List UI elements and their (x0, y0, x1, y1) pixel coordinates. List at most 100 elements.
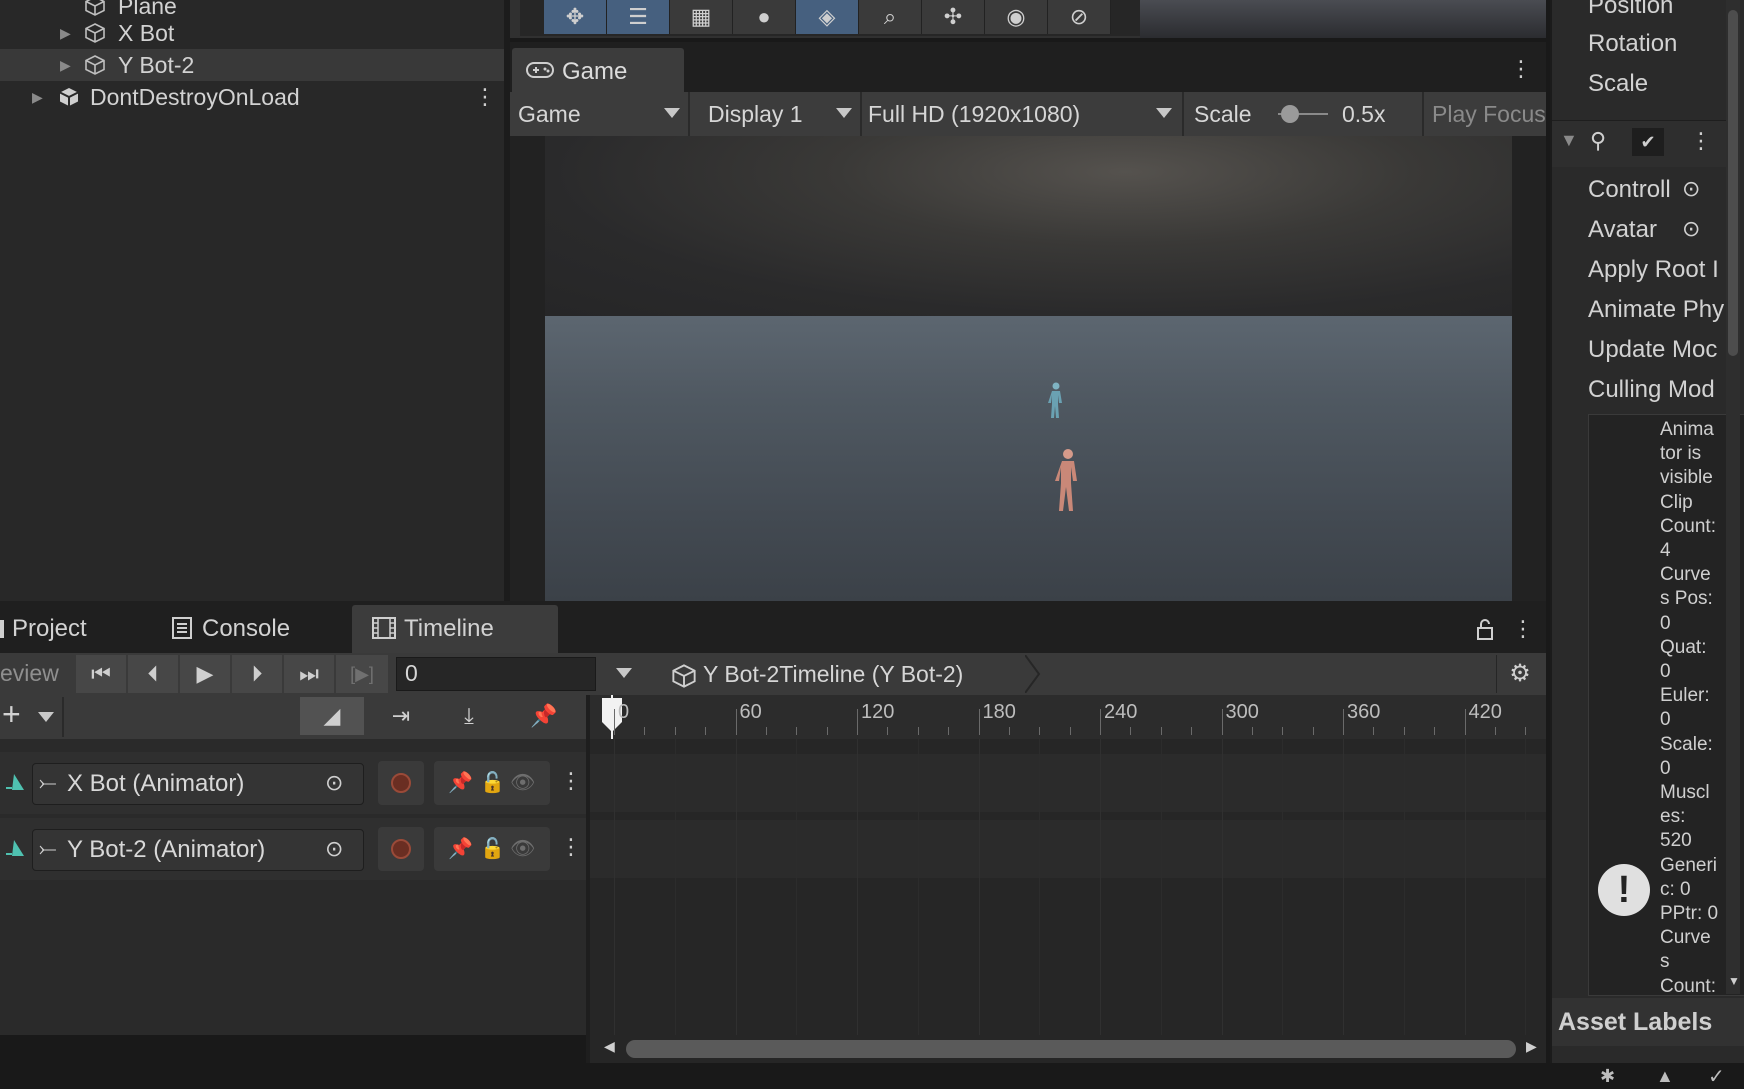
resolution-select[interactable]: Full HD (1920x1080) (868, 92, 1080, 136)
curves-toggle-icon[interactable]: ◢ (300, 697, 364, 735)
apply-root-motion-label: Apply Root I (1588, 256, 1719, 283)
object-picker-icon[interactable]: ⊙ (325, 770, 343, 796)
go-to-end-icon[interactable]: ⏭ (284, 655, 334, 693)
move-tool-icon[interactable]: ✥ (544, 0, 607, 34)
ripple-mode-icon[interactable]: ⇥ (368, 697, 434, 735)
search-icon[interactable]: ⌕ (859, 0, 922, 34)
layers-icon[interactable]: ◈ (796, 0, 859, 34)
tab-project[interactable]: Project (12, 615, 87, 643)
preview-button[interactable]: eview (0, 660, 59, 687)
frame-field[interactable]: 0 (396, 657, 596, 691)
tab-game[interactable]: Game (512, 48, 684, 92)
animation-track-icon (6, 840, 24, 856)
kebab-menu-icon[interactable]: ⋮ (1512, 616, 1534, 642)
next-frame-icon[interactable]: ⏵ (232, 655, 282, 693)
track-binding-field[interactable]: ⤚ X Bot (Animator) ⊙ (32, 763, 364, 805)
adjust-tool-icon[interactable]: ☰ (607, 0, 670, 34)
timeline-grid-line (1525, 739, 1527, 1035)
time-ruler[interactable] (586, 695, 1546, 739)
record-button[interactable] (378, 761, 424, 805)
previous-frame-icon[interactable]: ⏴ (128, 655, 178, 693)
expand-arrow-icon[interactable]: ▶ (32, 81, 43, 113)
compass-icon[interactable]: ⊘ (1048, 0, 1111, 34)
collapse-arrow-icon[interactable]: ▼ (1560, 130, 1578, 151)
play-icon[interactable]: ▶ (180, 655, 230, 693)
display-select[interactable]: Display 1 (708, 92, 803, 136)
unity-scene-icon (59, 88, 79, 106)
gamepad-icon (526, 62, 554, 78)
hierarchy-item-y-bot-2[interactable]: ▶ Y Bot-2 (0, 49, 506, 81)
lock-icon[interactable]: 🔓 (480, 836, 505, 861)
lock-icon[interactable] (1476, 618, 1494, 640)
replace-mode-icon[interactable]: ⤓ (436, 697, 502, 735)
eye-icon[interactable]: 👁 (510, 770, 535, 795)
hierarchy-item-x-bot[interactable]: ▶ X Bot (0, 17, 506, 49)
dropdown-arrow-icon[interactable] (616, 668, 632, 678)
x-bot-character (1048, 382, 1062, 418)
check-circle-icon[interactable]: ✓ (1708, 1064, 1725, 1089)
debug-icon[interactable]: ✱ (1600, 1066, 1615, 1087)
pin-icon[interactable]: 📌 (448, 836, 473, 861)
ruler-minor-tick (1403, 727, 1405, 735)
kebab-menu-icon[interactable]: ⋮ (1510, 56, 1532, 82)
kebab-menu-icon[interactable]: ⋮ (474, 81, 496, 113)
asset-labels-header[interactable]: Asset Labels (1552, 998, 1744, 1046)
grid-snap-icon[interactable]: ▦ (670, 0, 733, 34)
lock-icon[interactable]: 🔓 (480, 770, 505, 795)
track-binding-field[interactable]: ⤚ Y Bot-2 (Animator) ⊙ (32, 829, 364, 871)
gameobject-cube-icon (85, 0, 105, 16)
object-picker-icon[interactable]: ⊙ (1682, 216, 1700, 242)
timeline-grid-line (674, 739, 676, 1035)
scene-view-preview (1140, 0, 1546, 38)
ruler-tick-label: 180 (982, 701, 1016, 723)
inspector-scrollbar-thumb[interactable] (1728, 10, 1738, 356)
track-divider[interactable] (586, 695, 590, 1063)
expand-arrow-icon[interactable]: ▶ (60, 49, 71, 81)
ruler-minor-tick (1434, 727, 1436, 735)
tab-console[interactable]: Console (202, 615, 290, 643)
kebab-menu-icon[interactable]: ⋮ (1690, 128, 1712, 154)
track-clip-row[interactable] (590, 754, 1546, 812)
ruler-minor-tick (796, 727, 798, 735)
scale-slider[interactable] (1278, 105, 1328, 123)
scrollbar-thumb[interactable] (626, 1040, 1516, 1058)
record-button[interactable] (378, 827, 424, 871)
component-enabled-checkbox[interactable]: ✔ (1632, 128, 1664, 156)
go-to-start-icon[interactable]: ⏮ (76, 655, 126, 693)
play-range-icon[interactable]: [▶] (336, 655, 388, 693)
dropdown-arrow-icon[interactable] (38, 712, 54, 722)
settings-gear-icon[interactable]: ⚙ (1496, 655, 1543, 693)
object-picker-icon[interactable]: ⊙ (325, 836, 343, 862)
expand-arrow-icon[interactable]: ▶ (60, 17, 71, 49)
update-mode-label: Update Moc (1588, 336, 1718, 363)
eye-icon[interactable]: 👁 (510, 836, 535, 861)
kebab-menu-icon[interactable]: ⋮ (560, 834, 582, 860)
scroll-left-icon[interactable]: ◀ (604, 1038, 615, 1055)
ruler-minor-tick (1494, 727, 1496, 735)
hierarchy-item-label: X Bot (118, 20, 175, 46)
gizmo-icon[interactable]: ✣ (922, 0, 985, 34)
timeline-grid-line (1282, 739, 1284, 1035)
sphere-icon[interactable]: ● (733, 0, 796, 34)
add-track-icon[interactable]: + (2, 696, 21, 733)
game-mode-select[interactable]: Game (518, 92, 581, 136)
graduation-icon[interactable]: ▲ (1656, 1066, 1674, 1087)
scroll-down-icon[interactable]: ▼ (1728, 974, 1740, 988)
ruler-minor-tick (1282, 727, 1284, 735)
culling-mode-label: Culling Mod (1588, 376, 1715, 403)
play-focus-select[interactable]: Play Focus (1432, 92, 1546, 136)
ruler-minor-tick (887, 727, 889, 735)
camera-visibility-icon[interactable]: ◉ (985, 0, 1048, 34)
ruler-tick-label: 120 (861, 701, 895, 723)
track-clip-row[interactable] (590, 820, 1546, 878)
kebab-menu-icon[interactable]: ⋮ (560, 768, 582, 794)
object-picker-icon[interactable]: ⊙ (1682, 176, 1700, 202)
hierarchy-item-dontdestroyonload[interactable]: ▶ DontDestroyOnLoad ⋮ (0, 81, 506, 113)
pin-icon[interactable]: 📌 (448, 770, 473, 795)
marker-pin-icon[interactable]: 📌 (504, 697, 584, 735)
ruler-tick-label: 60 (739, 701, 762, 723)
toolbar-separator (688, 92, 690, 136)
toolbar-separator (62, 697, 64, 737)
timeline-breadcrumb[interactable]: Y Bot-2Timeline (Y Bot-2) (657, 655, 1025, 693)
scroll-right-icon[interactable]: ▶ (1526, 1038, 1537, 1055)
